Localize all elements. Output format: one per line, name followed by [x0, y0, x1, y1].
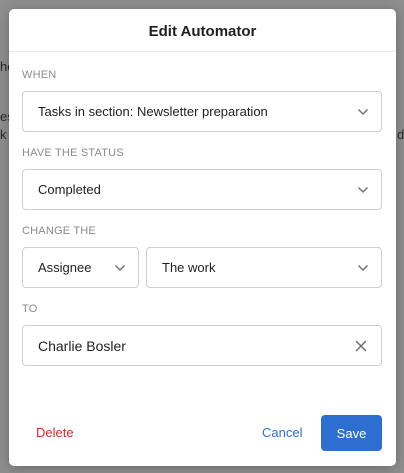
- backdrop-text-fragment: d: [397, 127, 404, 142]
- backdrop-text-fragment: k: [0, 127, 7, 142]
- change-target-select[interactable]: The work: [146, 247, 382, 288]
- change-field-select[interactable]: Assignee: [22, 247, 139, 288]
- status-select[interactable]: Completed: [22, 169, 382, 210]
- edit-automator-dialog: Edit Automator WHEN Tasks in section: Ne…: [9, 9, 396, 466]
- when-label: WHEN: [22, 69, 57, 81]
- when-select-value: Tasks in section: Newsletter preparation: [38, 104, 268, 119]
- delete-button[interactable]: Delete: [36, 425, 74, 440]
- chevron-down-icon: [114, 262, 126, 274]
- chevron-down-icon: [357, 184, 369, 196]
- change-label: CHANGE THE: [22, 225, 96, 237]
- assignee-input[interactable]: Charlie Bosler: [22, 325, 382, 366]
- chevron-down-icon: [357, 262, 369, 274]
- when-select[interactable]: Tasks in section: Newsletter preparation: [22, 91, 382, 132]
- change-target-select-value: The work: [162, 260, 216, 275]
- save-button[interactable]: Save: [321, 415, 382, 451]
- change-field-select-value: Assignee: [38, 260, 92, 275]
- dialog-title: Edit Automator: [148, 22, 257, 40]
- close-icon[interactable]: [353, 338, 369, 354]
- status-label: HAVE THE STATUS: [22, 147, 124, 159]
- dialog-header: Edit Automator: [9, 9, 396, 52]
- to-label: TO: [22, 303, 38, 315]
- assignee-input-value: Charlie Bosler: [38, 337, 126, 354]
- chevron-down-icon: [357, 106, 369, 118]
- cancel-button[interactable]: Cancel: [262, 425, 302, 440]
- status-select-value: Completed: [38, 182, 101, 197]
